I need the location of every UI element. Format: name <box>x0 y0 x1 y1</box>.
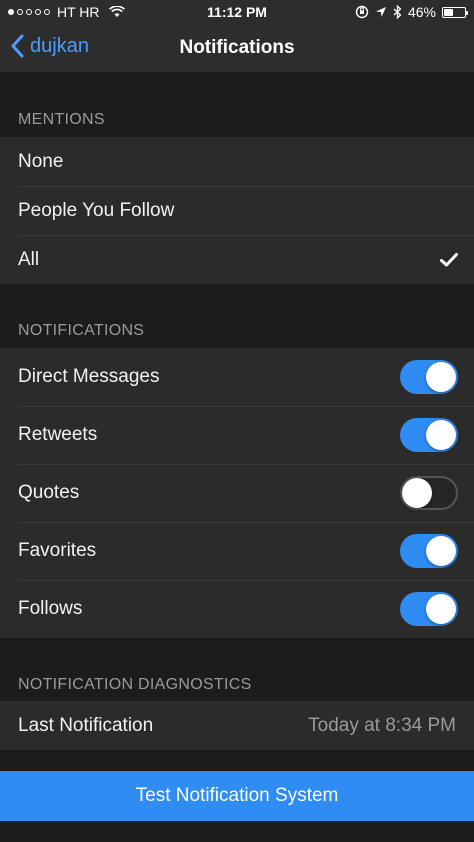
mentions-option-all[interactable]: All <box>0 235 474 284</box>
battery-level-fill <box>444 8 453 16</box>
direct-messages-toggle[interactable] <box>400 360 458 394</box>
follows-toggle[interactable] <box>400 592 458 626</box>
last-notification-label: Last Notification <box>18 714 154 736</box>
favorites-toggle[interactable] <box>400 534 458 568</box>
toggle-knob <box>402 478 432 508</box>
notification-label: Favorites <box>18 540 97 561</box>
mentions-option-label: None <box>18 150 64 172</box>
notification-label: Direct Messages <box>18 366 160 387</box>
mentions-option-none[interactable]: None <box>0 137 474 186</box>
mentions-option-people-you-follow[interactable]: People You Follow <box>0 186 474 235</box>
test-notification-button[interactable]: Test Notification System <box>0 771 474 821</box>
toggle-knob <box>426 420 456 450</box>
mentions-section-header: MENTIONS <box>18 111 105 128</box>
notifications-screen: HT HR 11:12 PM 46% dujkan Notifications … <box>0 0 474 842</box>
notification-row-retweets: Retweets <box>0 406 474 464</box>
toggle-knob <box>426 362 456 392</box>
notification-row-direct-messages: Direct Messages <box>0 348 474 406</box>
location-arrow-icon <box>375 7 386 17</box>
navigation-bar: dujkan Notifications <box>0 24 474 72</box>
toggle-knob <box>426 536 456 566</box>
last-notification-row: Last Notification Today at 8:34 PM <box>0 701 474 750</box>
diagnostics-group: Last Notification Today at 8:34 PM <box>0 701 474 750</box>
mentions-group: None People You Follow All <box>0 137 474 284</box>
status-right: 46% <box>355 4 468 20</box>
bluetooth-icon <box>393 5 402 19</box>
mentions-option-label: People You Follow <box>18 199 175 221</box>
notification-label: Quotes <box>18 482 80 503</box>
mentions-option-label: All <box>18 248 40 270</box>
page-title: Notifications <box>179 37 295 58</box>
notification-label: Follows <box>18 598 83 619</box>
status-bar: HT HR 11:12 PM 46% <box>0 0 474 24</box>
diagnostics-section-header: NOTIFICATION DIAGNOSTICS <box>18 676 252 693</box>
notification-label: Retweets <box>18 424 98 445</box>
quotes-toggle[interactable] <box>400 476 458 510</box>
notification-row-quotes: Quotes <box>0 464 474 522</box>
toggle-knob <box>426 594 456 624</box>
last-notification-value: Today at 8:34 PM <box>308 714 456 736</box>
notification-row-follows: Follows <box>0 580 474 638</box>
notifications-section-header: NOTIFICATIONS <box>18 322 145 339</box>
battery-icon <box>442 6 468 18</box>
battery-percent: 46% <box>407 4 436 20</box>
retweets-toggle[interactable] <box>400 418 458 452</box>
orientation-lock-icon <box>355 5 369 19</box>
notifications-group: Direct Messages Retweets Quotes Favorite… <box>0 348 474 638</box>
notification-row-favorites: Favorites <box>0 522 474 580</box>
checkmark-icon <box>440 252 458 266</box>
